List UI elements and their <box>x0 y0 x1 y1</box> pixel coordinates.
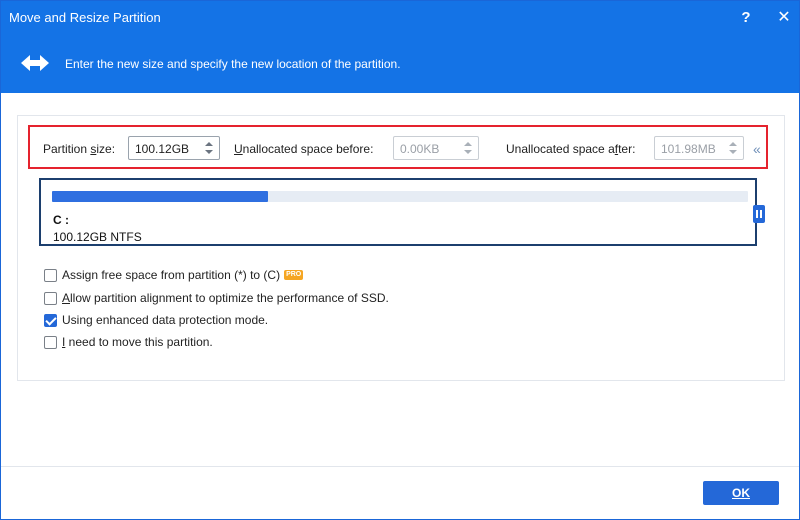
dialog-window: Move and Resize Partition ? ✕ Enter the … <box>0 0 800 520</box>
drive-info: 100.12GB NTFS <box>53 230 142 244</box>
size-fields-row: Partition size: 100.12GB Unallocated spa… <box>28 125 768 169</box>
close-button[interactable]: ✕ <box>773 7 795 29</box>
option-label[interactable]: I need to move this partition. <box>62 335 213 349</box>
usage-bar-fill <box>52 191 268 202</box>
window-title: Move and Resize Partition <box>9 10 161 25</box>
unallocated-before-stepper[interactable]: 0.00KB <box>393 136 479 160</box>
option-row[interactable]: Assign free space from partition (*) to … <box>44 267 304 283</box>
option-label[interactable]: Allow partition alignment to optimize th… <box>62 291 389 305</box>
header-band: Enter the new size and specify the new l… <box>1 35 799 93</box>
unallocated-before-label: Unallocated space before: <box>234 142 374 156</box>
checkbox[interactable] <box>44 335 57 349</box>
spin-arrows-icon[interactable] <box>204 140 214 156</box>
usage-bar-track <box>52 191 748 202</box>
option-row[interactable]: Using enhanced data protection mode. <box>44 312 268 328</box>
partition-map[interactable]: C : 100.12GB NTFS <box>39 178 757 246</box>
option-label[interactable]: Assign free space from partition (*) to … <box>62 268 280 282</box>
option-row[interactable]: I need to move this partition. <box>44 334 213 350</box>
resize-handle[interactable] <box>753 205 765 223</box>
checkbox[interactable] <box>44 291 57 305</box>
spin-arrows-icon[interactable] <box>728 140 738 156</box>
option-row[interactable]: Allow partition alignment to optimize th… <box>44 290 389 306</box>
partition-size-label: Partition size: <box>43 142 116 156</box>
double-arrow-icon <box>21 55 49 71</box>
checkbox[interactable] <box>44 268 57 282</box>
instruction-text: Enter the new size and specify the new l… <box>65 57 401 71</box>
unallocated-after-value[interactable]: 101.98MB <box>661 142 716 156</box>
unallocated-after-label: Unallocated space after: <box>506 142 636 156</box>
pro-badge: PRO <box>284 270 304 280</box>
help-button[interactable]: ? <box>735 7 757 29</box>
unallocated-before-value[interactable]: 0.00KB <box>400 142 439 156</box>
partition-size-stepper[interactable]: 100.12GB <box>128 136 220 160</box>
spin-arrows-icon[interactable] <box>463 140 473 156</box>
ok-button[interactable]: OK <box>703 481 779 505</box>
checkbox-checked[interactable] <box>44 313 57 327</box>
title-bar[interactable]: Move and Resize Partition ? ✕ <box>1 1 799 35</box>
partition-size-value[interactable]: 100.12GB <box>135 142 189 156</box>
option-label[interactable]: Using enhanced data protection mode. <box>62 313 268 327</box>
footer-divider <box>1 466 799 467</box>
collapse-double-chevron-icon[interactable]: « <box>753 141 761 157</box>
unallocated-after-stepper[interactable]: 101.98MB <box>654 136 744 160</box>
drive-letter: C : <box>53 213 69 227</box>
